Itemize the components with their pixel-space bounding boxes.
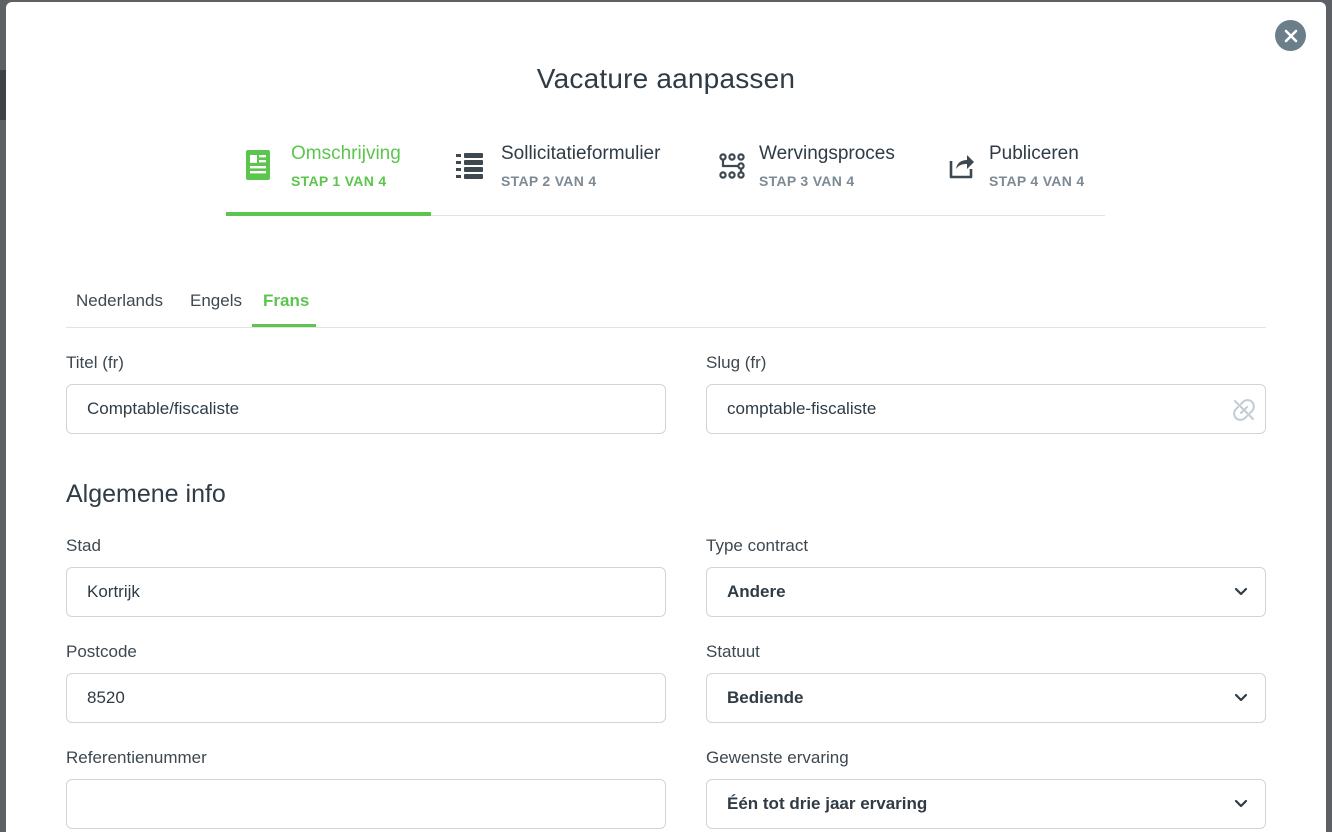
modal-title: Vacature aanpassen (536, 63, 796, 94)
chevron-down-icon (1234, 693, 1248, 702)
slug-input[interactable] (706, 384, 1266, 434)
postcode-input[interactable] (66, 673, 666, 723)
step-omschrijving[interactable]: Omschrijving STAP 1 VAN 4 (226, 130, 431, 216)
active-step-indicator (226, 212, 431, 216)
postcode-label: Postcode (66, 642, 137, 661)
contract-type-value: Andere (727, 582, 786, 601)
step-name: Sollicitatieformulier (501, 143, 661, 164)
step-name: Omschrijving (291, 143, 401, 164)
edit-vacancy-modal: Vacature aanpassen Omschrijving STAP 1 V… (6, 2, 1326, 832)
contract-type-select[interactable]: Andere (706, 567, 1266, 617)
status-select[interactable]: Bediende (706, 673, 1266, 723)
chevron-down-icon (1234, 799, 1248, 808)
step-counter: STAP 2 VAN 4 (501, 173, 597, 189)
active-tab-indicator (252, 324, 316, 327)
tab-engels[interactable]: Engels (190, 291, 242, 311)
status-value: Bediende (727, 688, 804, 707)
close-button[interactable] (1275, 20, 1306, 51)
city-label: Stad (66, 536, 101, 555)
tab-frans[interactable]: Frans (263, 291, 309, 311)
experience-value: Één tot drie jaar ervaring (727, 794, 928, 813)
step-wervingsproces[interactable]: Wervingsproces STAP 3 VAN 4 (713, 130, 923, 216)
general-info-heading: Algemene info (66, 480, 226, 508)
close-icon (1284, 29, 1297, 42)
step-counter: STAP 3 VAN 4 (759, 173, 855, 189)
experience-select[interactable]: Één tot drie jaar ervaring (706, 779, 1266, 829)
step-sollicitatieformulier[interactable]: Sollicitatieformulier STAP 2 VAN 4 (451, 130, 691, 216)
title-label: Titel (fr) (66, 353, 124, 372)
language-tabs: Nederlands Engels Frans (66, 282, 1266, 328)
status-label: Statuut (706, 642, 760, 661)
slug-label: Slug (fr) (706, 353, 767, 372)
step-name: Publiceren (989, 143, 1079, 164)
flow-icon (719, 153, 745, 179)
share-icon (949, 155, 974, 179)
document-icon (246, 150, 270, 180)
title-input[interactable] (66, 384, 666, 434)
city-input[interactable] (66, 567, 666, 617)
link-off-icon[interactable] (1232, 398, 1256, 422)
step-publiceren[interactable]: Publiceren STAP 4 VAN 4 (943, 130, 1105, 216)
step-counter: STAP 1 VAN 4 (291, 173, 387, 189)
chevron-down-icon (1234, 587, 1248, 596)
wizard-steps: Omschrijving STAP 1 VAN 4 Sollicitatiefo… (226, 130, 1105, 216)
step-counter: STAP 4 VAN 4 (989, 173, 1085, 189)
tab-nederlands[interactable]: Nederlands (76, 291, 163, 311)
reference-input[interactable] (66, 779, 666, 829)
step-name: Wervingsproces (759, 143, 895, 164)
experience-label: Gewenste ervaring (706, 748, 849, 767)
contract-type-label: Type contract (706, 536, 809, 555)
list-icon (456, 153, 483, 179)
reference-label: Referentienummer (66, 748, 207, 767)
